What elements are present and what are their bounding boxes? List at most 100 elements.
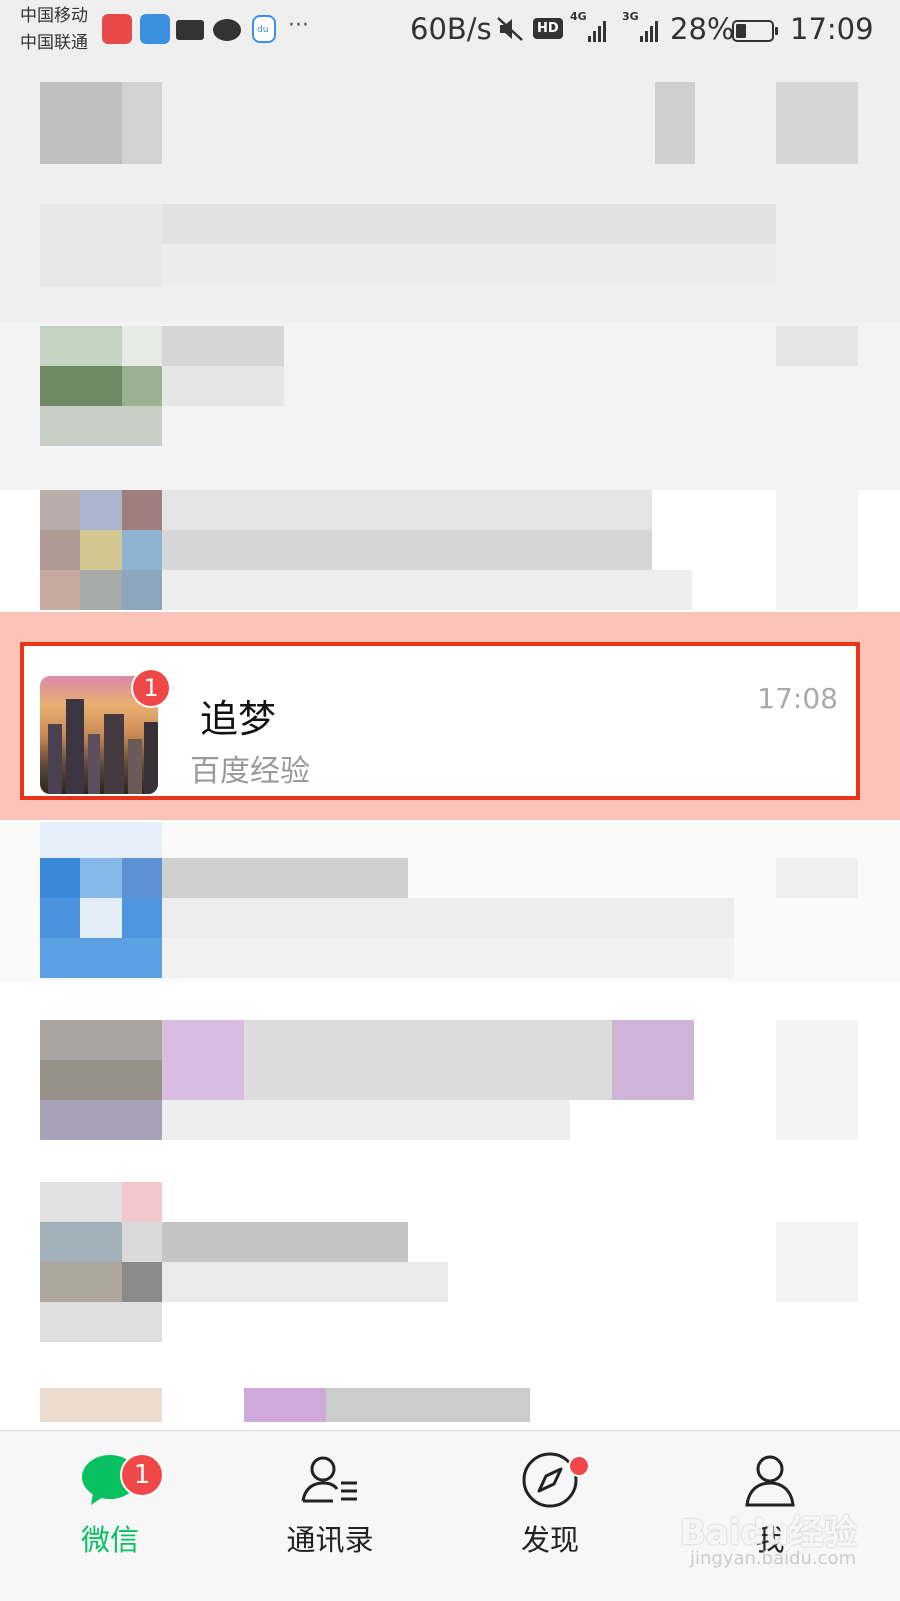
redacted-block [80, 490, 122, 530]
chat-row-redacted-6[interactable] [0, 1020, 900, 1144]
redacted-block [244, 1020, 612, 1100]
chat-row-redacted-8[interactable] [0, 1382, 900, 1430]
chat-name: 追梦 [200, 697, 277, 741]
redacted-block [122, 570, 162, 610]
redacted-block [776, 326, 858, 366]
tab-wechat-label: 微信 [80, 1523, 139, 1557]
redacted-block [162, 1100, 570, 1140]
redacted-block [162, 490, 652, 530]
redacted-block [122, 82, 162, 164]
redacted-block [612, 1020, 694, 1100]
redacted-block [122, 530, 162, 570]
redacted-block [162, 244, 776, 284]
baidu-watermark: Baidu经验 [680, 1513, 858, 1553]
redacted-block [776, 1020, 858, 1140]
signal-strength-2-icon [640, 18, 664, 42]
battery-percent: 28% [670, 12, 735, 46]
tab-unread-badge: 1 [120, 1453, 164, 1497]
redacted-block [776, 82, 858, 164]
tab-contacts[interactable]: 通讯录 [250, 1431, 410, 1601]
tab-contacts-label: 通讯录 [286, 1523, 374, 1557]
redacted-block [162, 570, 692, 610]
chat-list[interactable]: 1 追梦 17:08 百度经验 [0, 62, 900, 1430]
redacted-block [80, 570, 122, 610]
chat-row-redacted-2[interactable] [0, 182, 900, 322]
wifi-hotspot-icon [140, 14, 170, 44]
redacted-block [162, 1262, 448, 1302]
network-type-4g: 4G [570, 10, 587, 23]
redacted-block [122, 1182, 162, 1222]
redacted-avatar [40, 326, 122, 366]
redacted-avatar [40, 1182, 122, 1222]
chat-row-zhuimeng[interactable]: 1 追梦 17:08 百度经验 [20, 642, 860, 800]
redacted-block [776, 490, 858, 610]
redacted-block [122, 1222, 162, 1262]
network-type-3g: 3G [622, 10, 639, 23]
redacted-block [40, 822, 162, 858]
redacted-block [162, 1020, 244, 1100]
chat-row-redacted-1[interactable] [0, 62, 900, 182]
redacted-block [40, 1060, 162, 1100]
chat-preview: 百度经验 [190, 754, 310, 789]
clock: 17:09 [790, 12, 874, 46]
redacted-block [40, 570, 80, 610]
tab-discover[interactable]: 发现 [470, 1431, 630, 1601]
baidu-app-icon [252, 15, 276, 43]
redacted-block [326, 1388, 530, 1422]
carrier-2-label: 中国联通 [20, 33, 88, 53]
redacted-block [80, 530, 122, 570]
discover-new-dot [568, 1455, 590, 1477]
message-bubble-icon [213, 19, 241, 41]
redacted-block [40, 1222, 122, 1262]
redacted-block [40, 1302, 162, 1342]
redacted-block [162, 366, 284, 406]
redacted-block [40, 938, 162, 978]
redacted-block [122, 898, 162, 938]
redacted-avatar [40, 204, 162, 286]
redacted-block [162, 858, 408, 898]
hd-voice-icon: HD [533, 18, 563, 39]
battery-icon [732, 20, 778, 42]
redacted-block [80, 898, 122, 938]
redacted-block [776, 1222, 858, 1302]
redacted-avatar [40, 1388, 162, 1422]
app-notification-icon [102, 14, 132, 44]
redacted-block [40, 898, 80, 938]
redacted-avatar [40, 490, 80, 530]
redacted-block [40, 530, 80, 570]
more-notifications-icon: ··· [288, 13, 309, 38]
redacted-block [244, 1388, 326, 1422]
redacted-block [40, 406, 162, 446]
redacted-avatar [40, 82, 122, 164]
chat-row-redacted-4[interactable] [0, 490, 900, 612]
redacted-block [162, 204, 776, 244]
redacted-block [80, 858, 122, 898]
network-speed: 60B/s [410, 12, 492, 46]
redacted-block [40, 1262, 122, 1302]
redacted-block [40, 1100, 162, 1140]
redacted-block [776, 858, 858, 898]
signal-strength-1-icon [588, 18, 612, 42]
redacted-avatar [40, 858, 80, 898]
redacted-block [122, 326, 162, 366]
redacted-block [162, 530, 652, 570]
redacted-block [162, 898, 734, 938]
carrier-1-label: 中国移动 [20, 6, 88, 26]
mute-icon [497, 17, 523, 41]
redacted-block [122, 858, 162, 898]
chat-row-redacted-3[interactable] [0, 322, 900, 490]
chat-row-redacted-7[interactable] [0, 1182, 900, 1348]
redacted-block [122, 1262, 162, 1302]
redacted-block [122, 366, 162, 406]
chat-row-redacted-5[interactable] [0, 822, 900, 982]
person-icon [745, 1455, 795, 1507]
tab-wechat[interactable]: 1 微信 [30, 1431, 190, 1601]
redacted-block [122, 490, 162, 530]
tab-discover-label: 发现 [520, 1523, 579, 1557]
redacted-avatar [40, 1020, 162, 1060]
briefcase-icon [176, 20, 204, 40]
unread-badge: 1 [131, 668, 171, 708]
contacts-icon [301, 1456, 357, 1503]
status-bar: 中国移动 中国联通 ··· 60B/s HD 4G 3G 28% 17:09 [0, 0, 900, 62]
baidu-watermark-url: jingyan.baidu.com [690, 1548, 857, 1569]
